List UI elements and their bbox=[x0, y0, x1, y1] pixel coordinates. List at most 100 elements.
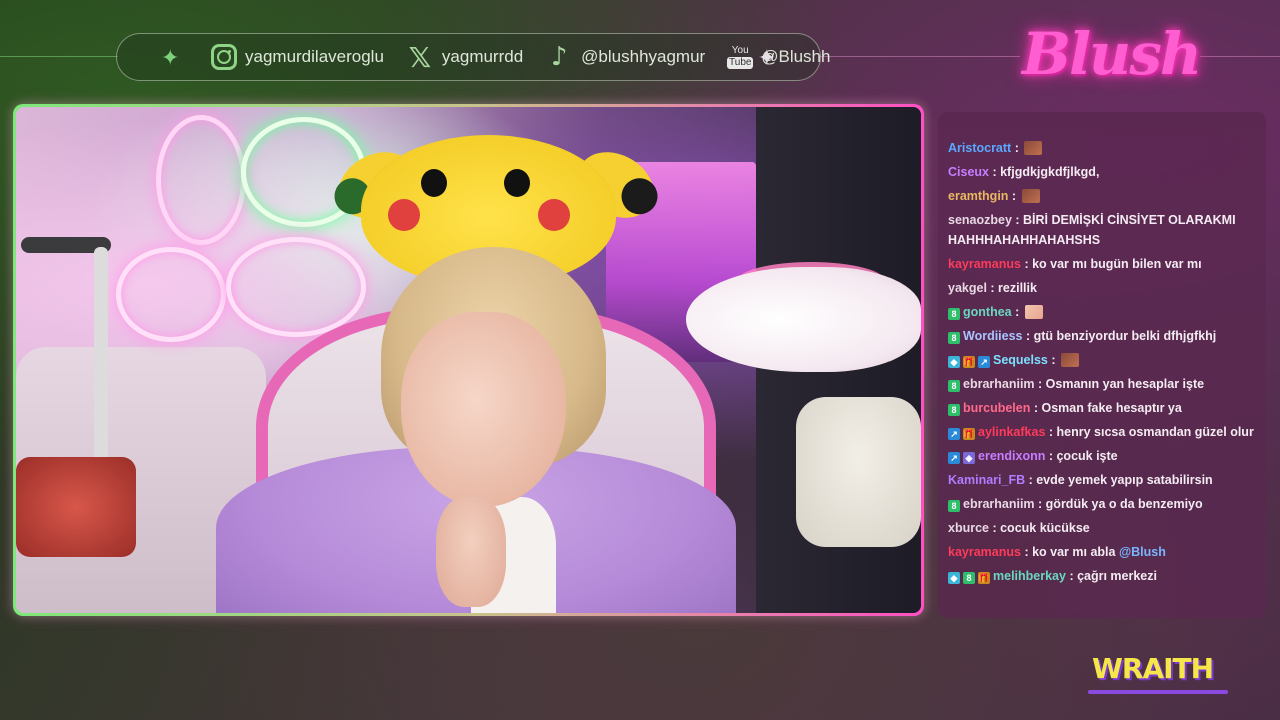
chat-text: ko var mı bugün bilen var mı bbox=[1032, 257, 1202, 271]
chat-separator: : bbox=[989, 165, 1001, 179]
emote-icon bbox=[1021, 189, 1040, 203]
chat-separator: : bbox=[1020, 545, 1033, 559]
chat-separator: : bbox=[1011, 213, 1024, 227]
gem-badge-icon: ◆ bbox=[948, 572, 960, 584]
pikachu-cheek bbox=[388, 199, 420, 231]
chat-username[interactable]: aylinkafkas bbox=[978, 425, 1045, 439]
prime-badge-icon: ↗ bbox=[948, 452, 960, 464]
pikachu-eye bbox=[421, 169, 447, 197]
sub-badge-icon: 8 bbox=[948, 308, 960, 320]
chat-separator: : bbox=[1065, 569, 1078, 583]
chat-text: Osmanın yan hesaplar işte bbox=[1045, 377, 1205, 391]
chat-separator: : bbox=[1034, 497, 1046, 511]
social-youtube: You Tube @Blushh bbox=[727, 43, 830, 71]
chat-text: çocuk işte bbox=[1056, 449, 1118, 463]
streamer-hand bbox=[436, 497, 506, 607]
chat-username[interactable]: Ciseux bbox=[948, 165, 989, 179]
chat-username[interactable]: Aristocratt bbox=[948, 141, 1011, 155]
wraith-logo: WRAITH bbox=[1092, 652, 1214, 685]
gem-badge-icon: ◆ bbox=[948, 356, 960, 368]
chat-message: ↗ 🎁 aylinkafkas : henry sıcsa osmandan güz… bbox=[948, 422, 1256, 442]
top-divider-far-right bbox=[1200, 56, 1280, 57]
chat-username[interactable]: erendixonn bbox=[978, 449, 1045, 463]
chat-username[interactable]: Kaminari_FB bbox=[948, 473, 1025, 487]
youtube-icon: You Tube bbox=[727, 43, 754, 71]
chat-username[interactable]: gonthea bbox=[963, 305, 1012, 319]
chat-separator: : bbox=[1011, 305, 1023, 319]
chat-message: 8 gonthea : bbox=[948, 302, 1256, 322]
chat-mention[interactable]: @Blush bbox=[1119, 545, 1166, 559]
neon-sign bbox=[116, 247, 226, 342]
chat-separator: : bbox=[1045, 425, 1057, 439]
chat-text: evde yemek yapıp satabilirsin bbox=[1036, 473, 1213, 487]
social-tiktok: ♪ @blushhyagmur bbox=[545, 42, 706, 72]
chat-separator: : bbox=[1022, 329, 1034, 343]
blush-logo: Blush bbox=[1022, 20, 1202, 88]
top-divider-left bbox=[0, 56, 118, 57]
emote-icon bbox=[1061, 353, 1079, 367]
emote-icon bbox=[1024, 305, 1043, 319]
chat-text: kfjgdkjgkdfjlkgd, bbox=[1000, 165, 1100, 179]
chat-message: Ciseux : kfjgdkjgkdfjlkgd, bbox=[948, 162, 1256, 182]
social-items: yagmurdilaveroglu 𝕏 yagmurrdd ♪ @blushhy… bbox=[211, 40, 830, 74]
sub-badge-icon: 8 bbox=[963, 572, 975, 584]
chat-username[interactable]: kayramanus bbox=[948, 545, 1021, 559]
chat-separator: : bbox=[989, 521, 1001, 535]
chat-text: henry sıcsa osmandan güzel olur bbox=[1056, 425, 1254, 439]
prime-badge-icon: ↗ bbox=[978, 356, 990, 368]
top-divider-right bbox=[820, 56, 1020, 57]
chat-separator: : bbox=[1011, 141, 1023, 155]
chat-username[interactable]: melihberkay bbox=[993, 569, 1066, 583]
instagram-handle: yagmurdilaveroglu bbox=[245, 47, 384, 66]
x-handle: yagmurrdd bbox=[441, 47, 524, 66]
chat-text: ko var mı abla bbox=[1032, 545, 1119, 559]
chat-username[interactable]: ebrarhaniim bbox=[963, 497, 1035, 511]
gift-badge-icon: 🎁 bbox=[963, 428, 975, 440]
chat-text: Osman fake hesaptır ya bbox=[1041, 401, 1182, 415]
chat-separator: : bbox=[1020, 257, 1033, 271]
chat-username[interactable]: Wordiiess bbox=[963, 329, 1023, 343]
chat-separator: : bbox=[1030, 401, 1042, 415]
webcam-frame bbox=[13, 104, 924, 616]
chat-username[interactable]: Sequelss bbox=[993, 353, 1048, 367]
chat-text: çağrı merkezi bbox=[1077, 569, 1157, 583]
chat-separator: : bbox=[986, 281, 999, 295]
social-links-bar: ✦ yagmurdilaveroglu 𝕏 yagmurrdd ♪ @blush… bbox=[116, 33, 830, 81]
sub-badge-icon: 8 bbox=[948, 332, 960, 344]
chat-separator: : bbox=[1045, 449, 1057, 463]
sparkle-icon: ✦ bbox=[161, 45, 180, 70]
neon-sign bbox=[156, 115, 246, 245]
chat-username[interactable]: burcubelen bbox=[963, 401, 1030, 415]
youtube-icon-top: You bbox=[731, 44, 749, 56]
chat-username[interactable]: yakgel bbox=[948, 281, 987, 295]
pikachu-eye bbox=[504, 169, 530, 197]
cat-bed bbox=[796, 397, 921, 547]
vip-badge-icon: ◈ bbox=[963, 452, 975, 464]
sub-badge-icon: 8 bbox=[948, 380, 960, 392]
chat-separator: : bbox=[1008, 189, 1020, 203]
neon-sign bbox=[226, 237, 366, 337]
chat-username[interactable]: eramthgin bbox=[948, 189, 1008, 203]
emote-icon bbox=[1024, 141, 1043, 155]
x-icon: 𝕏 bbox=[408, 40, 432, 74]
chat-message: senaozbey : BİRİ DEMİŞKİ CİNSİYET OLARAK… bbox=[948, 210, 1256, 250]
chat-username[interactable]: senaozbey bbox=[948, 213, 1012, 227]
sparkle-icon: ✦ bbox=[757, 45, 776, 70]
cup bbox=[16, 457, 136, 557]
chat-text: cocuk kücükse bbox=[1000, 521, 1090, 535]
chat-message: ◆ 🎁 ↗ Sequelss : bbox=[948, 350, 1256, 370]
chat-panel[interactable]: Aristocratt : Ciseux : kfjgdkjgkdfjlkgd,… bbox=[938, 112, 1266, 618]
chat-username[interactable]: ebrarhaniim bbox=[963, 377, 1035, 391]
chat-message: ◆ 8 🎁 melihberkay : çağrı merkezi bbox=[948, 566, 1256, 586]
gift-badge-icon: 🎁 bbox=[978, 572, 990, 584]
chat-username[interactable]: kayramanus bbox=[948, 257, 1021, 271]
instagram-icon bbox=[211, 44, 237, 70]
tiktok-handle: @blushhyagmur bbox=[581, 47, 706, 66]
wraith-underline bbox=[1088, 690, 1228, 694]
chat-message: eramthgin : bbox=[948, 186, 1256, 206]
chat-username[interactable]: xburce bbox=[948, 521, 989, 535]
chat-message: xburce : cocuk kücükse bbox=[948, 518, 1256, 538]
chat-text: rezillik bbox=[998, 281, 1037, 295]
sub-badge-icon: 8 bbox=[948, 500, 960, 512]
social-x: 𝕏 yagmurrdd bbox=[406, 40, 524, 74]
